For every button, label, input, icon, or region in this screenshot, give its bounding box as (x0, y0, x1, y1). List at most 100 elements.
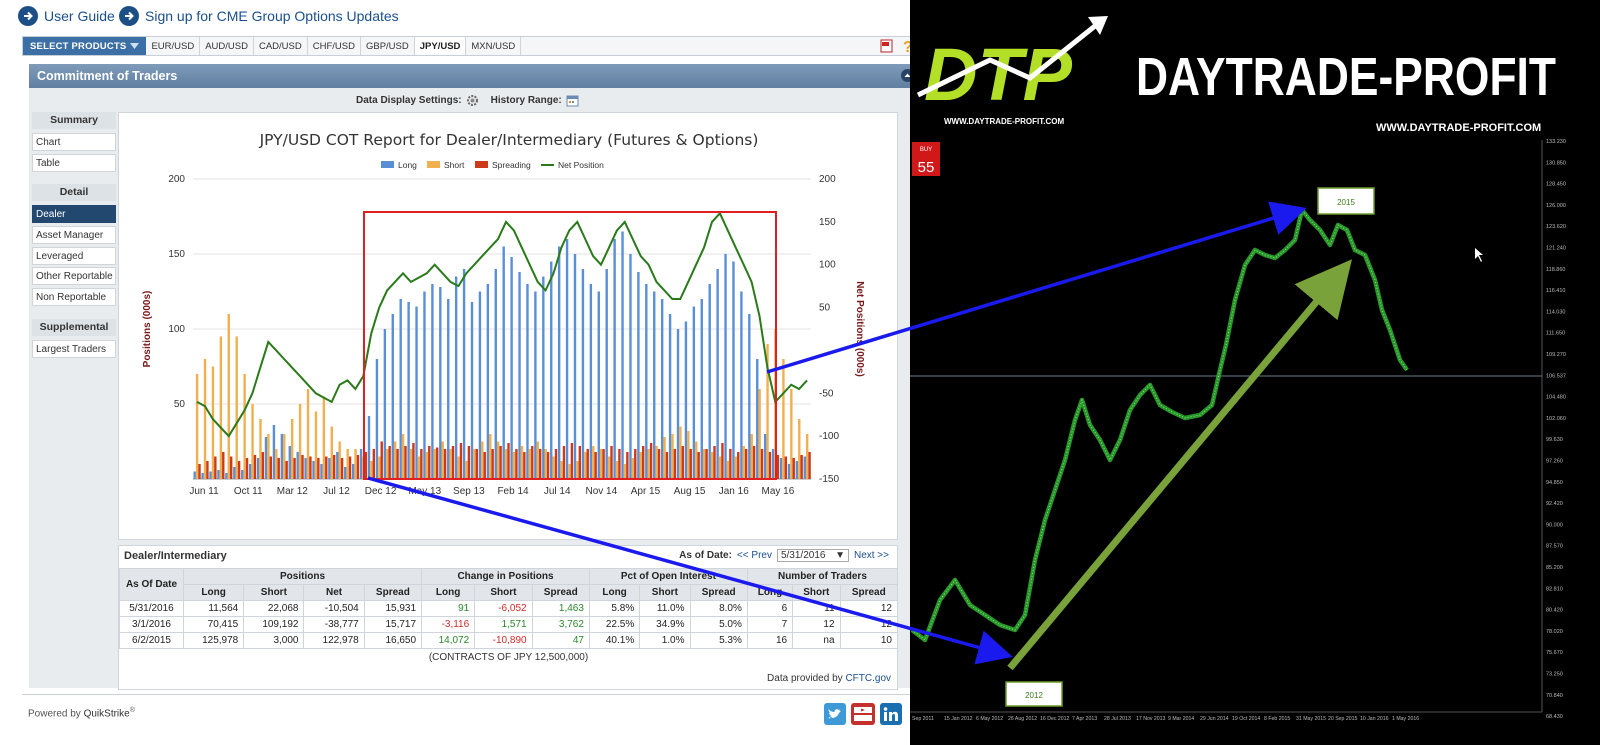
y2-tick-label: -150 (819, 474, 839, 485)
table-subheader: Spread (839, 584, 899, 601)
net-position-line (196, 211, 808, 438)
y-axis-label: Positions (000s) (142, 291, 153, 368)
data-provided-label: Data provided by (767, 673, 843, 684)
bar-spreading (285, 461, 288, 479)
next-link[interactable]: Next >> (854, 550, 889, 561)
bar-long (264, 437, 268, 479)
bar-spreading (491, 449, 494, 479)
bar-long (367, 416, 371, 479)
tab-eur-usd[interactable]: EUR/USD (146, 37, 201, 55)
powered-by-label: Powered by (28, 708, 81, 720)
bar-spreading (649, 443, 653, 479)
bar-short (576, 461, 579, 479)
bar-long (542, 276, 545, 479)
bar-spreading (483, 452, 486, 479)
price-tick-label: 75.670 (1546, 650, 1563, 656)
x-tick-label: Jun 11 (189, 486, 219, 497)
sidebar-item-leveraged[interactable]: Leveraged (32, 247, 116, 265)
bar-long (423, 291, 426, 479)
pdf-icon[interactable] (880, 39, 893, 53)
bar-long (415, 306, 418, 479)
bar-spreading (356, 455, 360, 479)
sidebar-item-largest-traders[interactable]: Largest Traders (32, 340, 116, 358)
bar-spreading (626, 452, 629, 479)
table-cell: 109,192 (243, 616, 305, 633)
bar-long (494, 269, 497, 479)
bar-spreading (538, 449, 542, 479)
select-products-button[interactable]: SELECT PRODUCTS (23, 37, 147, 55)
table-cell: 12 (792, 616, 841, 633)
bar-long (399, 299, 402, 479)
bar-long (565, 239, 569, 479)
bar-long (359, 449, 363, 479)
brand-url: WWW.DAYTRADE-PROFIT.COM (1376, 122, 1541, 134)
tab-chf-usd[interactable]: CHF/USD (308, 37, 361, 55)
bar-short (314, 411, 318, 479)
twitter-icon[interactable] (824, 703, 846, 725)
price-candles (911, 208, 1408, 641)
bar-short (607, 456, 611, 479)
options-signup-link[interactable]: Sign up for CME Group Options Updates (119, 6, 399, 26)
bar-short (671, 434, 674, 479)
bar-short (378, 456, 381, 479)
bar-short (805, 434, 809, 479)
sidebar-item-other-reportable[interactable]: Other Reportable (32, 267, 116, 285)
sidebar-item-non-reportable[interactable]: Non Reportable (32, 288, 116, 306)
bar-short (473, 449, 476, 479)
powered-by: Powered by QuikStrike® (28, 707, 135, 720)
cot-data-table: As Of Date Positions Change in Positions… (119, 568, 899, 649)
youtube-icon[interactable] (851, 703, 875, 725)
price-tick-label: 73.250 (1546, 672, 1563, 678)
contracts-note: (CONTRACTS OF JPY 12,500,000) (428, 652, 589, 663)
date-tick-label: 29 Jun 2014 (1200, 716, 1229, 722)
tab-cad-usd[interactable]: CAD/USD (254, 37, 308, 55)
bar-long (613, 239, 616, 479)
user-guide-link[interactable]: User Guide (18, 6, 115, 26)
tab-jpy-usd[interactable]: JPY/USD (414, 37, 467, 55)
price-tick-label: 70.840 (1546, 693, 1563, 699)
bar-short (275, 449, 278, 479)
bar-short (512, 452, 516, 479)
bar-long (201, 473, 204, 479)
table-cell: 1,571 (474, 616, 533, 633)
bar-long (653, 291, 656, 479)
bar-long (486, 284, 490, 479)
bar-spreading (269, 456, 273, 479)
tab-mxn-usd[interactable]: MXN/USD (466, 37, 522, 55)
calendar-icon[interactable] (566, 94, 579, 107)
bar-spreading (443, 449, 447, 479)
sidebar-item-table[interactable]: Table (32, 154, 116, 172)
as-of-label: As of Date: (679, 550, 732, 561)
sidebar-item-chart[interactable]: Chart (32, 133, 116, 151)
table-cell: 16,650 (363, 632, 423, 649)
price-tick-label: 87.570 (1546, 544, 1563, 550)
date-tick-label: 16 Dec 2012 (1040, 716, 1070, 722)
bar-long (771, 449, 775, 479)
bar-short (726, 461, 730, 479)
sidebar-item-dealer[interactable]: Dealer (32, 205, 116, 223)
bar-short (702, 449, 706, 479)
bar-short (267, 434, 270, 479)
tab-aud-usd[interactable]: AUD/USD (200, 37, 254, 55)
price-chart-panel: DTP DAYTRADE-PROFIT WWW.DAYTRADE-PROFIT.CO… (910, 0, 1600, 745)
date-tick-label: 26 Aug 2012 (1008, 716, 1037, 722)
bar-short (330, 426, 333, 479)
date-select[interactable]: 5/31/2016 ▼ (776, 549, 849, 562)
date-tick-label: 31 May 2015 (1296, 716, 1326, 722)
bar-spreading (222, 452, 225, 479)
linkedin-icon[interactable] (880, 703, 902, 725)
gear-icon[interactable] (466, 94, 479, 107)
legend-swatch (381, 161, 394, 168)
tab-gbp-usd[interactable]: GBP/USD (361, 37, 415, 55)
prev-link[interactable]: << Prev (737, 550, 772, 561)
cftc-link[interactable]: CFTC.gov (845, 673, 891, 684)
cot-report-page: User Guide Sign up for CME Group Options… (0, 0, 930, 745)
price-tick-label: 133.230 (1546, 139, 1566, 145)
bar-long (676, 329, 680, 479)
table-subheader: Short (243, 584, 305, 601)
bar-short (623, 464, 627, 479)
bar-long (439, 287, 442, 479)
bar-spreading (681, 446, 685, 479)
bar-long (795, 461, 799, 479)
sidebar-item-asset-manager[interactable]: Asset Manager (32, 226, 116, 244)
